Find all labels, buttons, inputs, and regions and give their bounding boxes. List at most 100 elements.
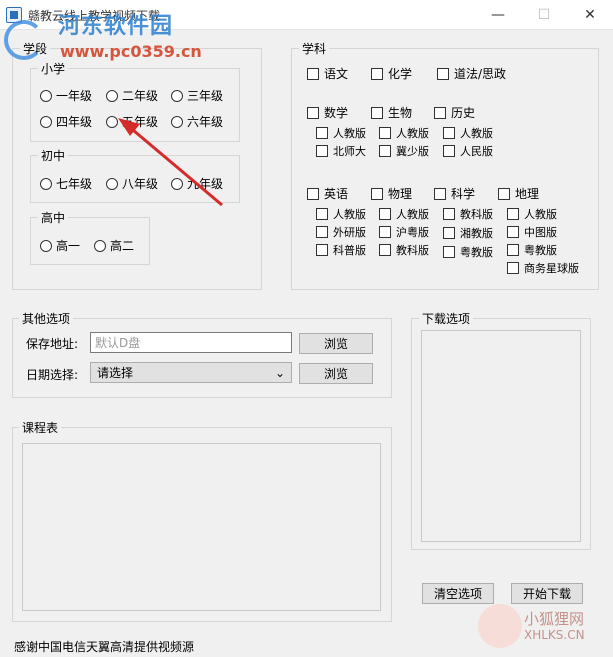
watermark-logo-icon xyxy=(4,20,44,60)
save-path-input[interactable]: 默认D盘 xyxy=(90,332,292,353)
checkbox-box[interactable] xyxy=(443,145,455,157)
browse-button[interactable]: 浏览 xyxy=(299,333,373,354)
check-physics-pep[interactable]: 人教版 xyxy=(379,206,429,222)
check-math-bnu[interactable]: 北师大 xyxy=(316,143,366,159)
radio-dot[interactable] xyxy=(40,115,52,128)
check-english[interactable]: 英语 xyxy=(307,185,348,202)
checkbox-box[interactable] xyxy=(443,208,455,220)
maximize-button[interactable]: ☐ xyxy=(521,0,567,30)
check-politics[interactable]: 道法/思政 xyxy=(437,65,506,82)
checkbox-box[interactable] xyxy=(371,67,383,80)
radio-grade-1[interactable]: 一年级 xyxy=(40,87,92,104)
checkbox-box[interactable] xyxy=(498,187,510,200)
check-geography[interactable]: 地理 xyxy=(498,185,539,202)
checkbox-box[interactable] xyxy=(371,187,383,200)
check-physics-huyue[interactable]: 沪粤版 xyxy=(379,224,429,240)
check-math-pep[interactable]: 人教版 xyxy=(316,125,366,141)
check-bio-pep[interactable]: 人教版 xyxy=(379,125,429,141)
check-english-pep[interactable]: 人教版 xyxy=(316,206,366,222)
checkbox-box[interactable] xyxy=(316,244,328,256)
date-select[interactable]: 请选择 ⌄ xyxy=(90,362,292,383)
check-math[interactable]: 数学 xyxy=(307,104,348,121)
checkbox-box[interactable] xyxy=(307,187,319,200)
checkbox-box[interactable] xyxy=(379,244,391,256)
check-science-xiangjiao[interactable]: 湘教版 xyxy=(443,225,493,241)
radio-grade-5[interactable]: 五年级 xyxy=(106,113,158,130)
checkbox-box[interactable] xyxy=(437,67,449,80)
radio-dot[interactable] xyxy=(40,89,52,102)
check-geography-zhongtu[interactable]: 中图版 xyxy=(507,224,557,240)
checkbox-box[interactable] xyxy=(371,106,383,119)
checkbox-box[interactable] xyxy=(379,127,391,139)
checkbox-box[interactable] xyxy=(316,145,328,157)
check-english-fltrp[interactable]: 外研版 xyxy=(316,224,366,240)
radio-grade-8[interactable]: 八年级 xyxy=(106,175,158,192)
checkbox-box[interactable] xyxy=(443,227,455,239)
radio-dot[interactable] xyxy=(171,89,183,102)
radio-dot[interactable] xyxy=(106,89,118,102)
check-history-renmin[interactable]: 人民版 xyxy=(443,143,493,159)
primary-group xyxy=(30,68,240,142)
checkbox-box[interactable] xyxy=(307,67,319,80)
checkbox-box[interactable] xyxy=(316,226,328,238)
radio-grade-2[interactable]: 二年级 xyxy=(106,87,158,104)
checkbox-box[interactable] xyxy=(507,208,519,220)
radio-dot[interactable] xyxy=(40,239,52,252)
checkbox-box[interactable] xyxy=(316,208,328,220)
checkbox-box[interactable] xyxy=(434,106,446,119)
middle-legend: 初中 xyxy=(38,147,69,164)
check-english-kepu[interactable]: 科普版 xyxy=(316,242,366,258)
check-chinese[interactable]: 语文 xyxy=(307,65,348,82)
check-geography-shangwu[interactable]: 商务星球版 xyxy=(507,260,579,276)
check-bio-jishao[interactable]: 冀少版 xyxy=(379,143,429,159)
radio-grade-10[interactable]: 高一 xyxy=(40,237,80,254)
clear-options-button[interactable]: 清空选项 xyxy=(422,583,494,604)
radio-grade-11[interactable]: 高二 xyxy=(94,237,134,254)
check-science[interactable]: 科学 xyxy=(434,185,475,202)
check-physics[interactable]: 物理 xyxy=(371,185,412,202)
checkbox-box[interactable] xyxy=(443,127,455,139)
radio-grade-3[interactable]: 三年级 xyxy=(171,87,223,104)
fox-mascot-icon xyxy=(478,604,522,648)
radio-dot[interactable] xyxy=(171,177,183,190)
checkbox-box[interactable] xyxy=(307,106,319,119)
download-options-list[interactable] xyxy=(421,330,581,542)
radio-dot[interactable] xyxy=(94,239,106,252)
check-history[interactable]: 历史 xyxy=(434,104,475,121)
checkbox-box[interactable] xyxy=(507,244,519,256)
start-download-button[interactable]: 开始下载 xyxy=(511,583,583,604)
schedule-panel[interactable] xyxy=(22,443,381,611)
checkbox-box[interactable] xyxy=(507,226,519,238)
check-history-pep[interactable]: 人教版 xyxy=(443,125,493,141)
check-science-yuejiao[interactable]: 粤教版 xyxy=(443,244,493,260)
other-options-group xyxy=(12,318,392,398)
check-geography-pep[interactable]: 人教版 xyxy=(507,206,557,222)
check-science-jiaoke[interactable]: 教科版 xyxy=(443,206,493,222)
checkbox-box[interactable] xyxy=(434,187,446,200)
radio-dot[interactable] xyxy=(106,177,118,190)
check-geography-yuejiao[interactable]: 粤教版 xyxy=(507,242,557,258)
check-biology[interactable]: 生物 xyxy=(371,104,412,121)
footer-thanks: 感谢中国电信天翼高清提供视频源 xyxy=(14,640,195,654)
check-chemistry[interactable]: 化学 xyxy=(371,65,412,82)
radio-dot[interactable] xyxy=(40,177,52,190)
chevron-down-icon: ⌄ xyxy=(274,365,285,380)
radio-grade-4[interactable]: 四年级 xyxy=(40,113,92,130)
corner-watermark-url: XHLKS.CN xyxy=(524,628,585,642)
radio-dot[interactable] xyxy=(171,115,183,128)
download-options-legend: 下载选项 xyxy=(419,310,474,327)
minimize-button[interactable]: — xyxy=(475,0,521,30)
checkbox-box[interactable] xyxy=(507,262,519,274)
radio-dot[interactable] xyxy=(106,115,118,128)
close-button[interactable]: ✕ xyxy=(567,0,613,30)
radio-grade-7[interactable]: 七年级 xyxy=(40,175,92,192)
checkbox-box[interactable] xyxy=(379,208,391,220)
check-physics-jiaoke[interactable]: 教科版 xyxy=(379,242,429,258)
checkbox-box[interactable] xyxy=(379,145,391,157)
radio-grade-6[interactable]: 六年级 xyxy=(171,113,223,130)
checkbox-box[interactable] xyxy=(443,246,455,258)
checkbox-box[interactable] xyxy=(316,127,328,139)
radio-grade-9[interactable]: 九年级 xyxy=(171,175,223,192)
browse-date-button[interactable]: 浏览 xyxy=(299,363,373,384)
checkbox-box[interactable] xyxy=(379,226,391,238)
